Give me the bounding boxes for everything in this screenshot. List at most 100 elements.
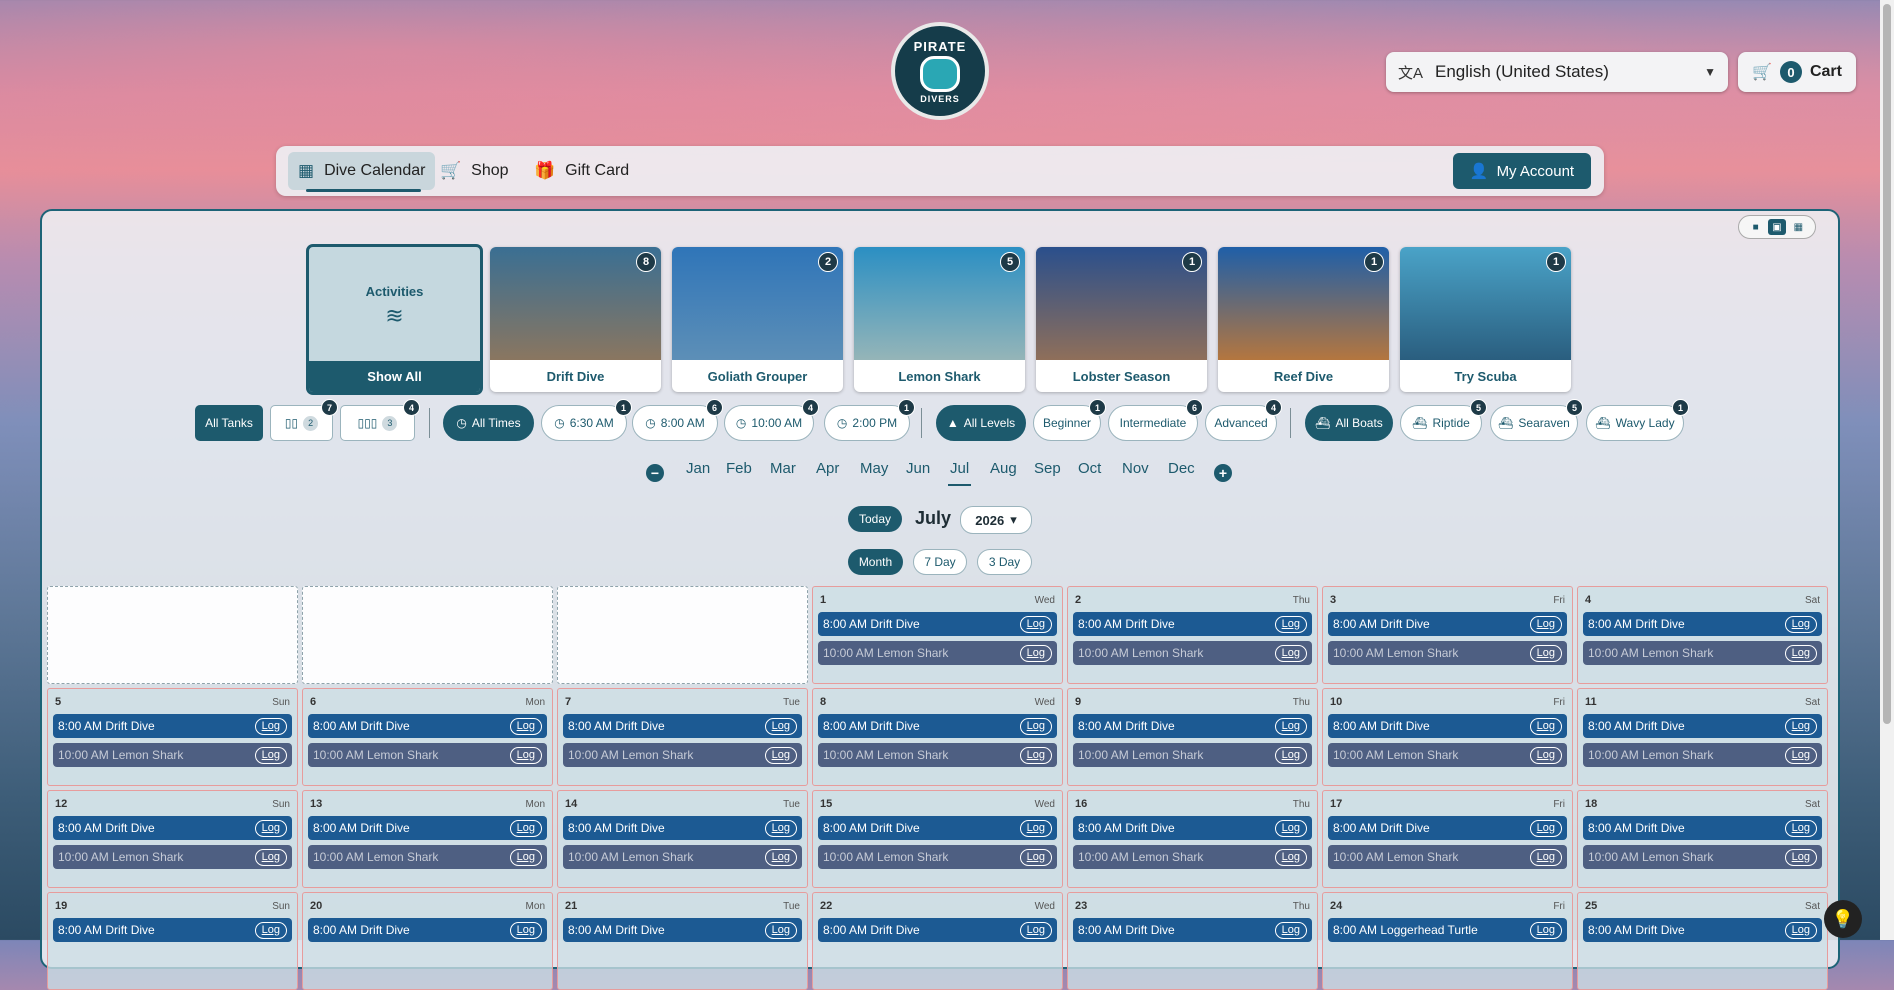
language-select[interactable]: 文A English (United States) ▼: [1386, 52, 1728, 92]
calendar-day-cell[interactable]: 7 Tue 8:00 AM Drift Dive Log 10:00 AM Lemon …: [557, 688, 808, 786]
all-levels-button[interactable]: ▲ All Levels: [936, 405, 1026, 441]
calendar-day-cell[interactable]: 14 Tue 8:00 AM Drift Dive Log 10:00 AM Lemon…: [557, 790, 808, 888]
calendar-day-cell[interactable]: 2 Thu 8:00 AM Drift Dive Log 10:00 AM Lemon …: [1067, 586, 1318, 684]
activity-card-2[interactable]: Lemon Shark 5: [854, 247, 1025, 392]
log-button[interactable]: Log: [1019, 819, 1052, 837]
calendar-day-cell[interactable]: 21 Tue 8:00 AM Drift Dive Log: [557, 892, 808, 990]
log-button[interactable]: Log: [1274, 644, 1307, 662]
tank-filter-2[interactable]: ▯▯ 2 7: [270, 399, 338, 441]
log-button[interactable]: Log: [509, 717, 542, 735]
calendar-event[interactable]: 8:00 AM Drift Dive Log: [53, 714, 292, 738]
calendar-day-cell[interactable]: 19 Sun 8:00 AM Drift Dive Log: [47, 892, 298, 990]
month-tab-mar[interactable]: Mar: [770, 460, 796, 477]
month-tab-nov[interactable]: Nov: [1122, 460, 1149, 477]
log-button[interactable]: Log: [1784, 615, 1817, 633]
calendar-event[interactable]: 8:00 AM Drift Dive Log: [308, 918, 547, 942]
calendar-event[interactable]: 10:00 AM Lemon Shark Log: [818, 743, 1057, 767]
month-tab-jun[interactable]: Jun: [906, 460, 930, 477]
log-button[interactable]: Log: [254, 819, 287, 837]
log-button[interactable]: Log: [1784, 921, 1817, 939]
calendar-event[interactable]: 8:00 AM Drift Dive Log: [1328, 714, 1567, 738]
calendar-event[interactable]: 10:00 AM Lemon Shark Log: [1328, 641, 1567, 665]
calendar-day-cell[interactable]: 9 Thu 8:00 AM Drift Dive Log 10:00 AM Lemon …: [1067, 688, 1318, 786]
view-medium-icon[interactable]: ▣: [1767, 219, 1786, 235]
month-tab-aug[interactable]: Aug: [990, 460, 1017, 477]
calendar-event[interactable]: 10:00 AM Lemon Shark Log: [563, 845, 802, 869]
nav-gift-card[interactable]: 🎁 Gift Card: [524, 152, 639, 190]
calendar-event[interactable]: 10:00 AM Lemon Shark Log: [53, 845, 292, 869]
calendar-event[interactable]: 8:00 AM Drift Dive Log: [818, 714, 1057, 738]
month-tab-may[interactable]: May: [860, 460, 888, 477]
log-button[interactable]: Log: [1274, 921, 1307, 939]
all-times-button[interactable]: ◷ All Times: [443, 405, 534, 441]
log-button[interactable]: Log: [1529, 819, 1562, 837]
log-button[interactable]: Log: [1784, 746, 1817, 764]
show-all-button[interactable]: Show All: [309, 361, 480, 392]
log-button[interactable]: Log: [509, 848, 542, 866]
nav-dive-calendar[interactable]: ▦ Dive Calendar: [288, 152, 436, 192]
log-button[interactable]: Log: [254, 717, 287, 735]
view-month-button[interactable]: Month: [848, 549, 903, 575]
month-tab-sep[interactable]: Sep: [1034, 460, 1061, 477]
log-button[interactable]: Log: [1784, 717, 1817, 735]
log-button[interactable]: Log: [509, 746, 542, 764]
page-scrollbar[interactable]: [1880, 0, 1894, 940]
calendar-event[interactable]: 8:00 AM Drift Dive Log: [818, 918, 1057, 942]
level-filter-2[interactable]: Advanced 4: [1205, 399, 1282, 441]
calendar-event[interactable]: 8:00 AM Loggerhead Turtle Log: [1328, 918, 1567, 942]
log-button[interactable]: Log: [1019, 848, 1052, 866]
calendar-day-cell[interactable]: 18 Sat 8:00 AM Drift Dive Log 10:00 AM Lemon…: [1577, 790, 1828, 888]
calendar-day-cell[interactable]: 17 Fri 8:00 AM Drift Dive Log 10:00 AM Lemon…: [1322, 790, 1573, 888]
log-button[interactable]: Log: [1529, 746, 1562, 764]
tank-filter-3[interactable]: ▯▯▯ 3 4: [340, 399, 420, 441]
calendar-day-cell[interactable]: 12 Sun 8:00 AM Drift Dive Log 10:00 AM Lemon…: [47, 790, 298, 888]
pirate-divers-logo[interactable]: PIRATE DIVERS: [891, 22, 989, 120]
log-button[interactable]: Log: [509, 819, 542, 837]
calendar-event[interactable]: 8:00 AM Drift Dive Log: [1073, 714, 1312, 738]
log-button[interactable]: Log: [1019, 644, 1052, 662]
log-button[interactable]: Log: [1274, 746, 1307, 764]
log-button[interactable]: Log: [1529, 717, 1562, 735]
calendar-event[interactable]: 8:00 AM Drift Dive Log: [1583, 918, 1822, 942]
calendar-day-cell[interactable]: 23 Thu 8:00 AM Drift Dive Log: [1067, 892, 1318, 990]
time-filter-1[interactable]: ◷ 8:00 AM 6: [632, 399, 723, 441]
calendar-event[interactable]: 8:00 AM Drift Dive Log: [1583, 714, 1822, 738]
log-button[interactable]: Log: [254, 848, 287, 866]
view-3-day-button[interactable]: 3 Day: [977, 549, 1032, 575]
log-button[interactable]: Log: [1019, 615, 1052, 633]
calendar-event[interactable]: 8:00 AM Drift Dive Log: [1073, 612, 1312, 636]
calendar-event[interactable]: 8:00 AM Drift Dive Log: [1328, 816, 1567, 840]
log-button[interactable]: Log: [764, 746, 797, 764]
calendar-day-cell[interactable]: 24 Fri 8:00 AM Loggerhead Turtle Log: [1322, 892, 1573, 990]
view-grid-icon[interactable]: ▦: [1789, 219, 1807, 235]
log-button[interactable]: Log: [1529, 615, 1562, 633]
calendar-day-cell[interactable]: 10 Fri 8:00 AM Drift Dive Log 10:00 AM Lemon…: [1322, 688, 1573, 786]
calendar-day-cell[interactable]: 11 Sat 8:00 AM Drift Dive Log 10:00 AM Lemon…: [1577, 688, 1828, 786]
calendar-event[interactable]: 8:00 AM Drift Dive Log: [563, 816, 802, 840]
calendar-event[interactable]: 8:00 AM Drift Dive Log: [1583, 612, 1822, 636]
month-tab-jul[interactable]: Jul: [947, 460, 972, 486]
activities-show-all-card[interactable]: Activities ≋ Show All: [306, 244, 483, 395]
month-tab-apr[interactable]: Apr: [816, 460, 839, 477]
month-tab-oct[interactable]: Oct: [1078, 460, 1101, 477]
calendar-day-cell[interactable]: 16 Thu 8:00 AM Drift Dive Log 10:00 AM Lemon…: [1067, 790, 1318, 888]
level-filter-1[interactable]: Intermediate 6: [1108, 399, 1203, 441]
log-button[interactable]: Log: [1784, 819, 1817, 837]
calendar-day-cell[interactable]: 13 Mon 8:00 AM Drift Dive Log 10:00 AM Lemon…: [302, 790, 553, 888]
calendar-event[interactable]: 10:00 AM Lemon Shark Log: [1583, 641, 1822, 665]
log-button[interactable]: Log: [254, 921, 287, 939]
calendar-event[interactable]: 8:00 AM Drift Dive Log: [1328, 612, 1567, 636]
scrollbar-thumb[interactable]: [1883, 4, 1891, 724]
activity-card-5[interactable]: Try Scuba 1: [1400, 247, 1571, 392]
time-filter-0[interactable]: ◷ 6:30 AM 1: [541, 399, 632, 441]
calendar-day-cell[interactable]: 1 Wed 8:00 AM Drift Dive Log 10:00 AM Lemon …: [812, 586, 1063, 684]
calendar-event[interactable]: 8:00 AM Drift Dive Log: [308, 816, 547, 840]
calendar-event[interactable]: 8:00 AM Drift Dive Log: [1073, 918, 1312, 942]
log-button[interactable]: Log: [1274, 615, 1307, 633]
calendar-event[interactable]: 10:00 AM Lemon Shark Log: [1583, 845, 1822, 869]
calendar-event[interactable]: 10:00 AM Lemon Shark Log: [1328, 743, 1567, 767]
calendar-day-cell[interactable]: 5 Sun 8:00 AM Drift Dive Log 10:00 AM Lemon …: [47, 688, 298, 786]
log-button[interactable]: Log: [1529, 848, 1562, 866]
calendar-day-cell[interactable]: 20 Mon 8:00 AM Drift Dive Log: [302, 892, 553, 990]
log-button[interactable]: Log: [1274, 848, 1307, 866]
